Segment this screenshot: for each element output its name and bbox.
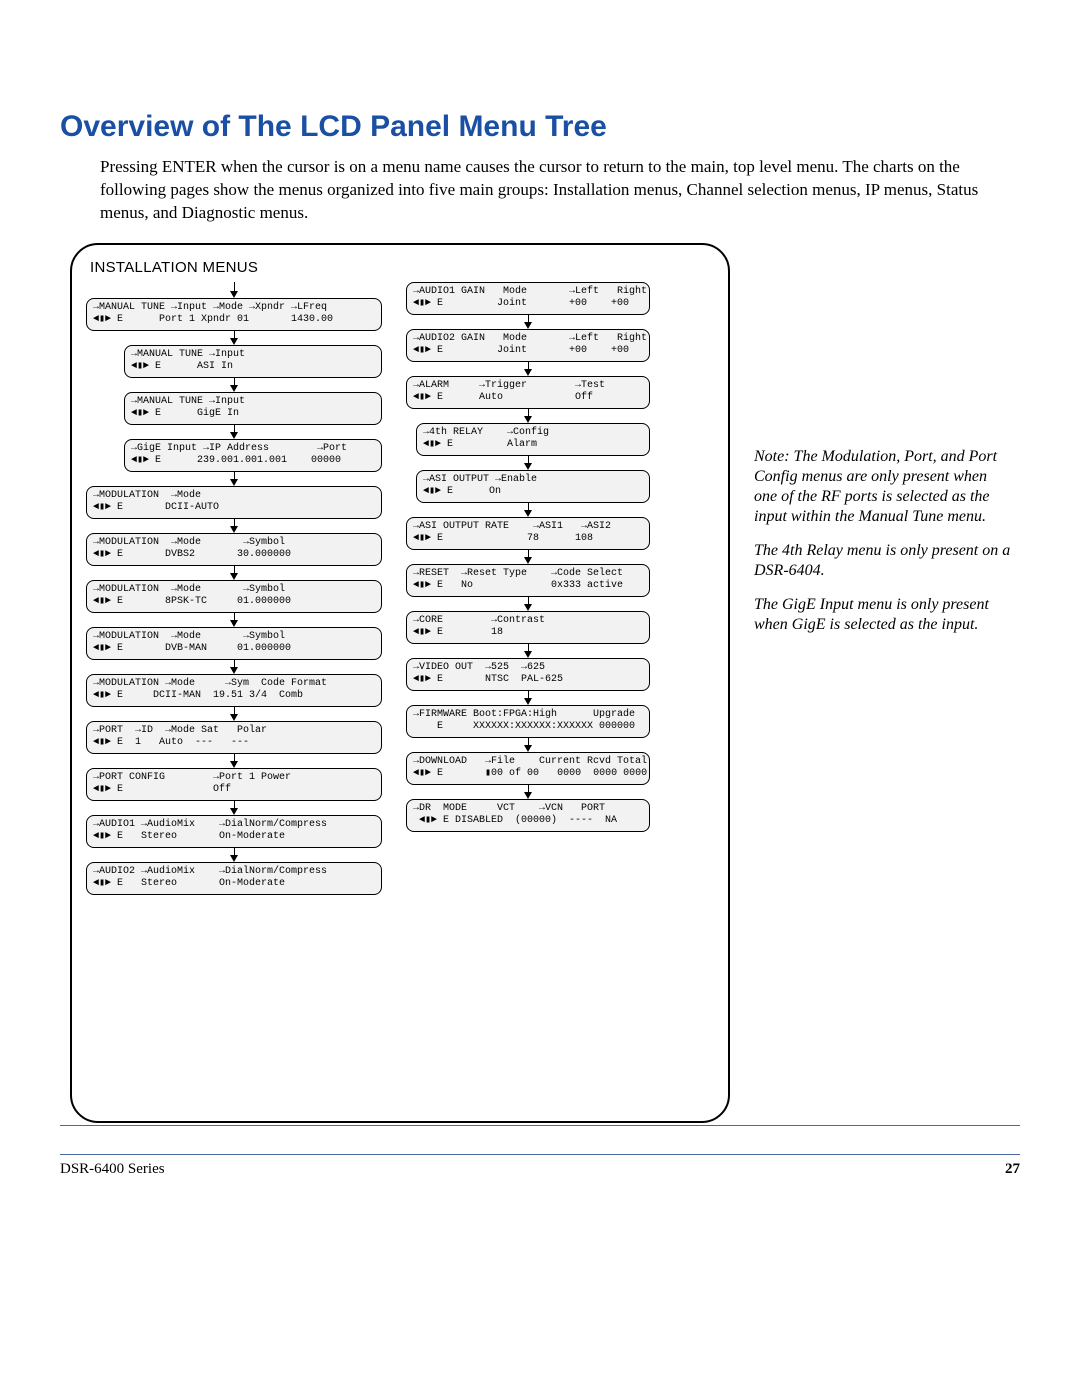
menu-box: →GigE Input →IP Address →Port ◄▮► E 239.… [124,439,382,472]
menu-box: →ASI OUTPUT →Enable ◄▮► E On [416,470,650,503]
menu-box: →DR MODE VCT →VCN PORT ◄▮► E DISABLED (0… [406,799,650,832]
menu-box: →MODULATION →Mode →Symbol ◄▮► E DVBS2 30… [86,533,382,566]
menu-box: →ALARM →Trigger →Test ◄▮► E Auto Off [406,376,650,409]
diagram-and-notes: INSTALLATION MENUS →MANUAL TUNE →Input →… [60,243,1020,1123]
page-title: Overview of The LCD Panel Menu Tree [60,110,1020,144]
menu-box: →ASI OUTPUT RATE →ASI1 →ASI2 ◄▮► E 78 10… [406,517,650,550]
menu-box: →AUDIO2 →AudioMix →DialNorm/Compress ◄▮►… [86,862,382,895]
menu-box: →MODULATION →Mode →Symbol ◄▮► E DVB-MAN … [86,627,382,660]
side-note: Note: The Modulation, Port, and Port Con… [754,447,1012,527]
installation-menus-diagram: INSTALLATION MENUS →MANUAL TUNE →Input →… [70,243,730,1123]
menu-box: →4th RELAY →Config ◄▮► E Alarm [416,423,650,456]
side-note: The GigE Input menu is only present when… [754,595,1012,635]
menu-box: →VIDEO OUT →525 →625 ◄▮► E NTSC PAL-625 [406,658,650,691]
page-footer: DSR-6400 Series 27 [60,1154,1020,1178]
menu-box: →AUDIO2 GAIN Mode →Left Right ◄▮► E Join… [406,329,650,362]
footer-rule [60,1125,1020,1126]
menu-box: →PORT CONFIG →Port 1 Power ◄▮► E Off [86,768,382,801]
side-notes: Note: The Modulation, Port, and Port Con… [754,447,1012,649]
menu-column-left: →MANUAL TUNE →Input →Mode →Xpndr →LFreq … [86,282,382,895]
intro-paragraph: Pressing ENTER when the cursor is on a m… [100,156,1020,225]
menu-box: →MODULATION →Mode →Symbol ◄▮► E 8PSK-TC … [86,580,382,613]
menu-box: →MANUAL TUNE →Input ◄▮► E ASI In [124,345,382,378]
menu-box: →MODULATION →Mode →Sym Code Format ◄▮► E… [86,674,382,707]
menu-box: →MANUAL TUNE →Input ◄▮► E GigE In [124,392,382,425]
menu-box: →MANUAL TUNE →Input →Mode →Xpndr →LFreq … [86,298,382,331]
menu-box: →DOWNLOAD →File Current Rcvd Total ◄▮► E… [406,752,650,785]
menu-box: →AUDIO1 GAIN Mode →Left Right ◄▮► E Join… [406,282,650,315]
menu-box: →AUDIO1 →AudioMix →DialNorm/Compress ◄▮►… [86,815,382,848]
menu-column-right: →AUDIO1 GAIN Mode →Left Right ◄▮► E Join… [406,282,650,832]
menu-box: →MODULATION →Mode ◄▮► E DCII-AUTO [86,486,382,519]
side-note: The 4th Relay menu is only present on a … [754,541,1012,581]
menu-box: →CORE →Contrast ◄▮► E 18 [406,611,650,644]
footer-series: DSR-6400 Series [60,1161,165,1178]
menu-box: →RESET →Reset Type →Code Select ◄▮► E No… [406,564,650,597]
diagram-title: INSTALLATION MENUS [90,259,714,276]
menu-box: →PORT →ID →Mode Sat Polar ◄▮► E 1 Auto -… [86,721,382,754]
footer-page-number: 27 [1005,1161,1020,1178]
menu-box: →FIRMWARE Boot:FPGA:High Upgrade E XXXXX… [406,705,650,738]
